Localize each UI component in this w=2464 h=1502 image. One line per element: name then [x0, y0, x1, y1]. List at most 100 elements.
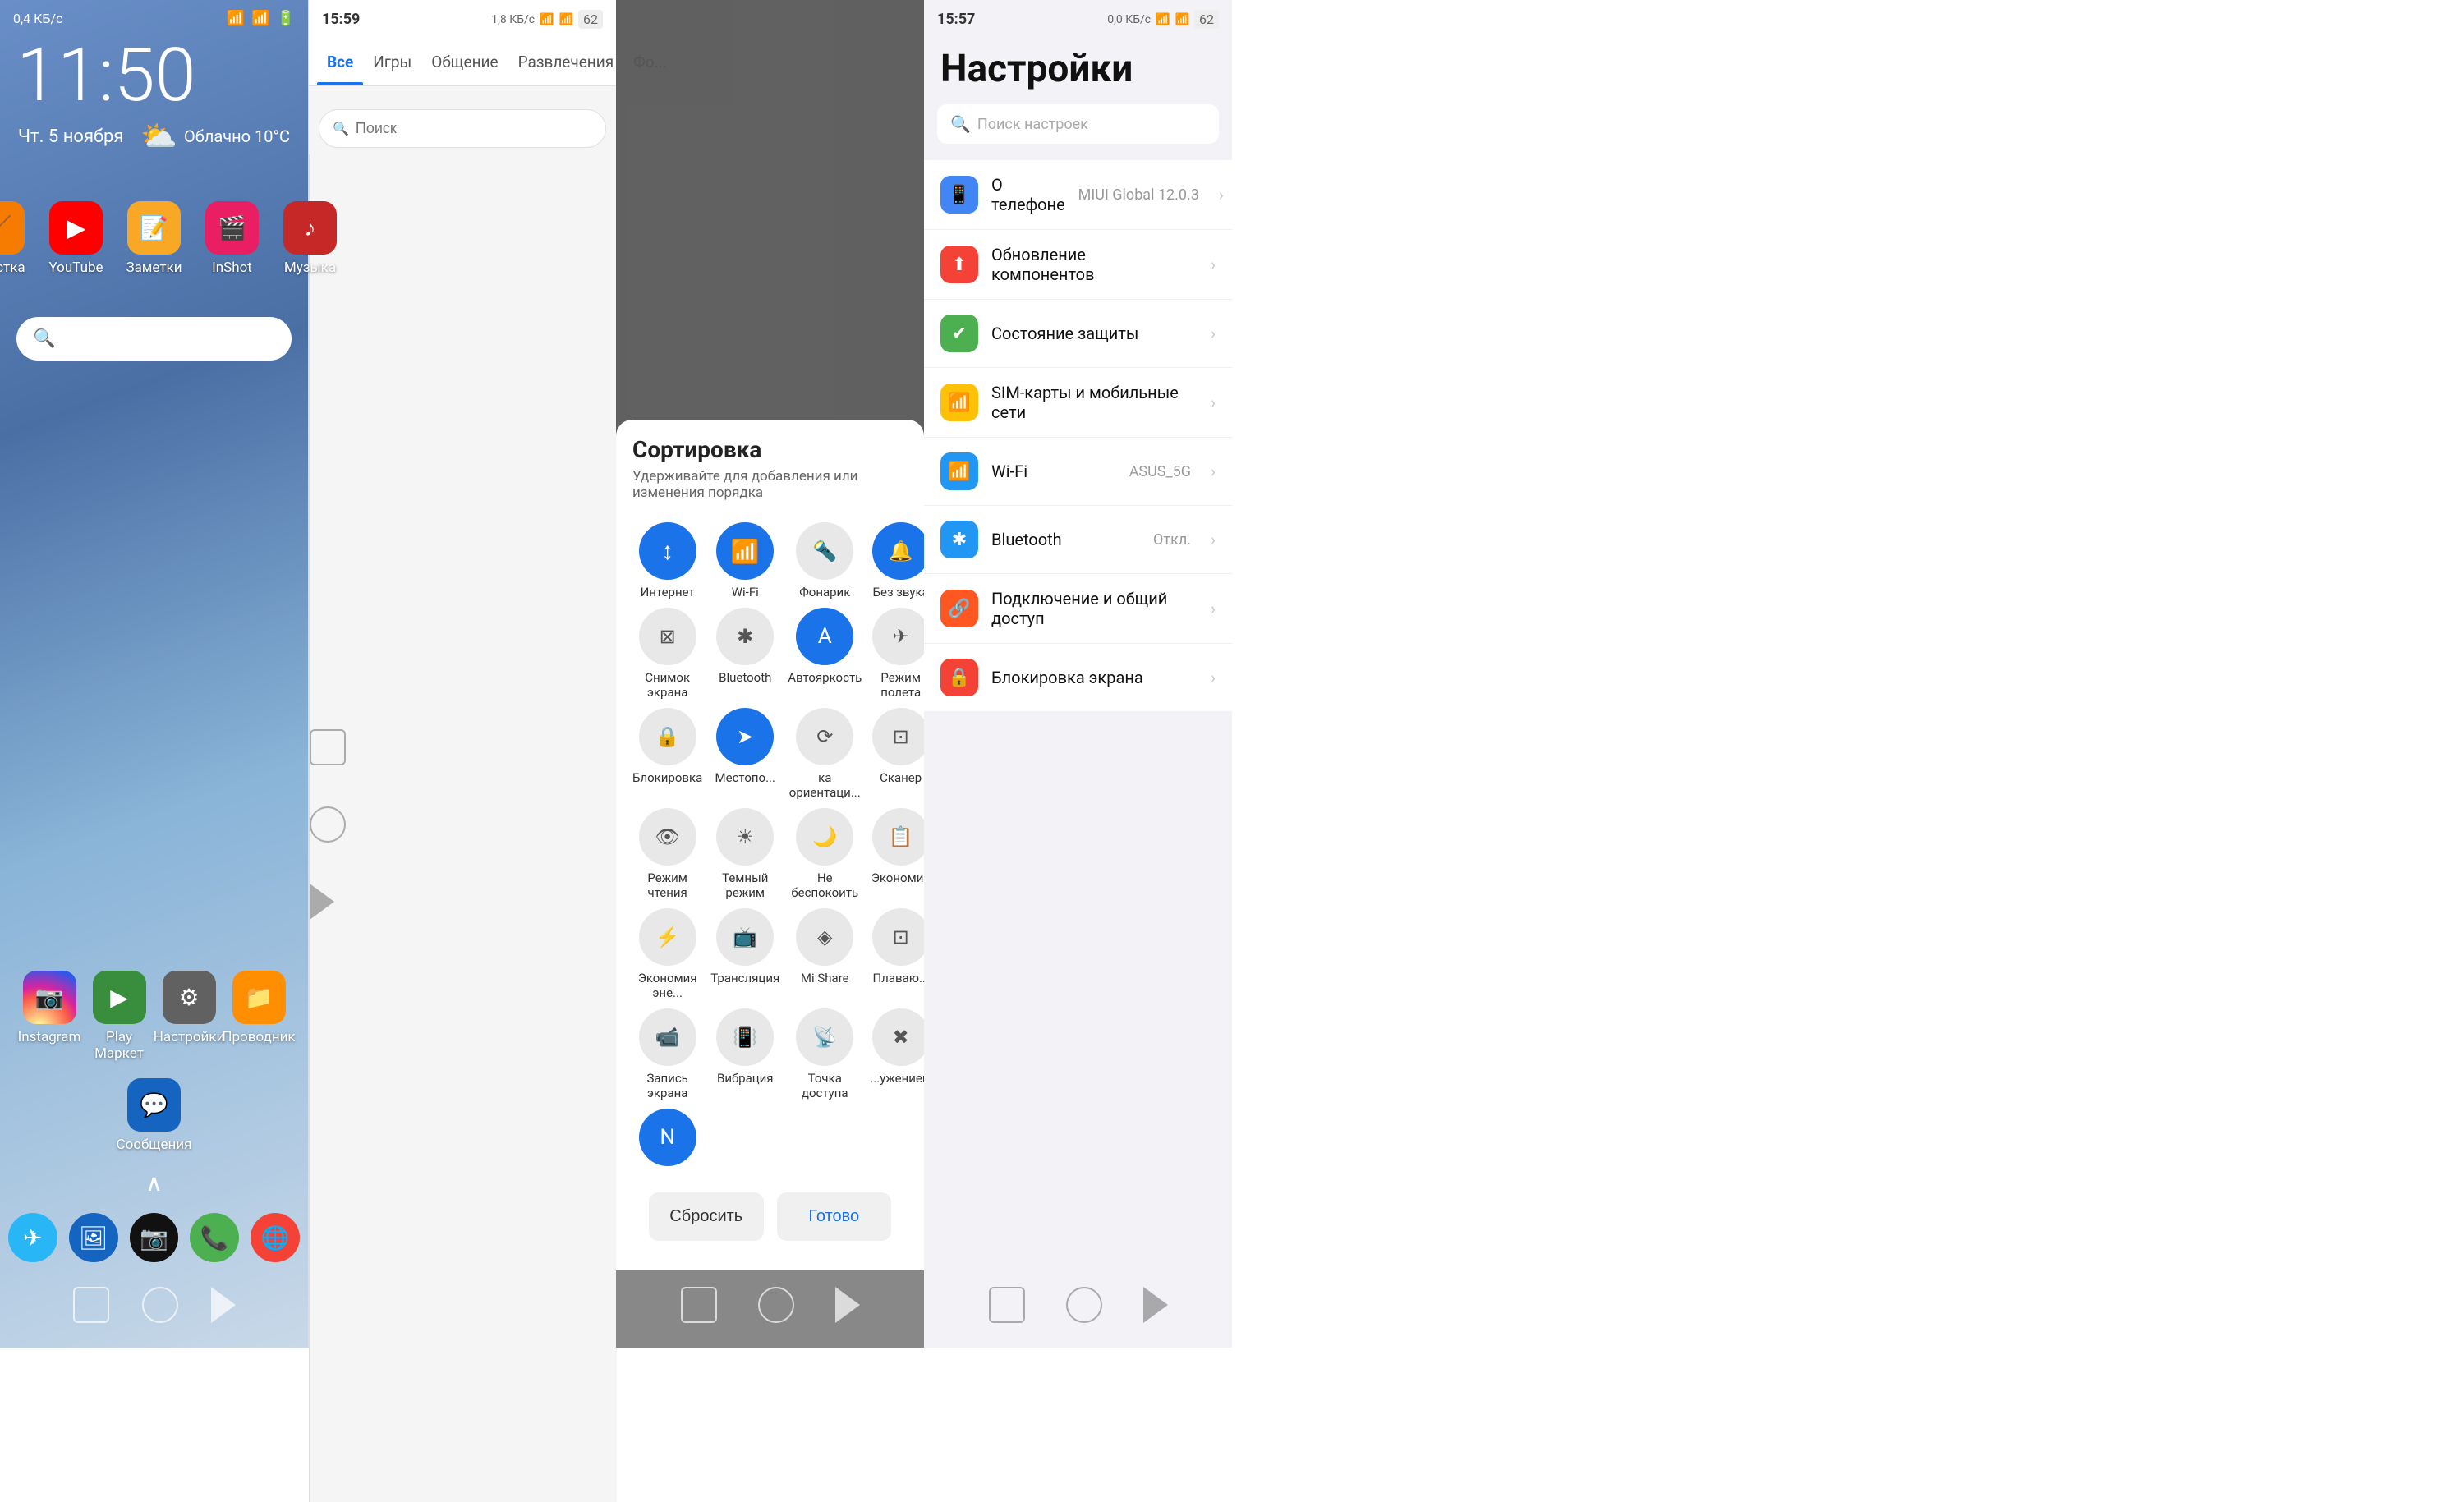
drawer-app-spotify[interactable]: ♪ Spotify: [375, 94, 436, 103]
sort-flashlight[interactable]: 🔦 Фонарик: [788, 522, 862, 599]
wifi-settings-chevron: ›: [1211, 462, 1216, 481]
recent-apps-btn-home[interactable]: [73, 1287, 109, 1323]
settings-item-wifi[interactable]: 📶 Wi-Fi ASUS_5G ›: [924, 438, 1232, 506]
weather-icon: ⛅: [140, 119, 177, 154]
settings-item-connection[interactable]: 🔗 Подключение и общий доступ ›: [924, 574, 1232, 644]
recent-btn-sort[interactable]: [681, 1287, 717, 1323]
app-youtube[interactable]: ▶ YouTube: [49, 201, 103, 276]
sort-swim[interactable]: ⊡ Плаваю...: [870, 908, 931, 1000]
app-music-home[interactable]: ♪ Музыка: [283, 201, 337, 276]
sort-scanner[interactable]: ⊡ Сканер: [870, 708, 931, 800]
music-icon-home: ♪: [283, 201, 337, 255]
sort-readmode[interactable]: 👁 Режим чтения: [632, 808, 702, 900]
tab-photo[interactable]: Фо...: [623, 39, 677, 85]
sort-economy[interactable]: 📋 Экономия: [870, 808, 931, 900]
sort-airplane[interactable]: ✈ Режим полета: [870, 608, 931, 700]
dock-instagram[interactable]: 📷 Instagram: [23, 971, 76, 1062]
drawer-app-cod[interactable]: 🎮 Call of Duty: [559, 94, 616, 103]
app-inshot[interactable]: 🎬 InShot: [205, 201, 259, 276]
sort-vibration[interactable]: 📳 Вибрация: [710, 1008, 779, 1100]
swim-tile-icon: ⊡: [872, 908, 930, 966]
sort-location[interactable]: ➤ Местопо...: [710, 708, 779, 800]
sort-nfc[interactable]: N: [632, 1109, 702, 1171]
settings-item-lockscreen[interactable]: 🔒 Блокировка экрана ›: [924, 644, 1232, 711]
sort-cast[interactable]: 📺 Трансляция: [710, 908, 779, 1000]
tab-entertainment[interactable]: Развлечения: [508, 39, 624, 85]
sort-screenshot[interactable]: ⊠ Снимок экрана: [632, 608, 702, 700]
sort-darkmode[interactable]: ☀ Темный режим: [710, 808, 779, 900]
camera-icon[interactable]: 📷: [130, 1213, 179, 1262]
back-btn-drawer[interactable]: [310, 884, 334, 920]
play-dock-icon: ▶: [93, 971, 146, 1024]
drawer-app-taxi[interactable]: 🚕 Такси Бонд: [498, 94, 559, 103]
readmode-tile-icon: 👁: [639, 808, 696, 866]
chrome-icon[interactable]: 🌐: [251, 1213, 300, 1262]
back-btn-sort[interactable]: [835, 1287, 860, 1323]
sort-lock[interactable]: 🔒 Блокировка: [632, 708, 702, 800]
location-tile-label: Местопо...: [715, 770, 775, 785]
settings-item-about[interactable]: 📱 О телефоне MIUI Global 12.0.3 ›: [924, 160, 1232, 230]
tab-games[interactable]: Игры: [363, 39, 421, 85]
swipe-up-hint: ∧: [0, 1161, 308, 1205]
sort-screenrec[interactable]: 📹 Запись экрана: [632, 1008, 702, 1100]
settings-item-update[interactable]: ⬆ Обновление компонентов ›: [924, 230, 1232, 300]
search-bar-home[interactable]: 🔍: [16, 317, 292, 361]
settings-item-sim[interactable]: 📶 SIM-карты и мобильные сети ›: [924, 368, 1232, 438]
home-btn-home[interactable]: [142, 1287, 178, 1323]
settings-item-security[interactable]: ✔ Состояние защиты ›: [924, 300, 1232, 368]
sort-economy2[interactable]: ⚡ Экономия эне...: [632, 908, 702, 1000]
back-btn-settings[interactable]: [1143, 1287, 1168, 1323]
main-app-row: 🧹 Очистка ▶ YouTube 📝 Заметки 🎬 InShot ♪…: [0, 185, 308, 292]
sim-text: SIM-карты и мобильные сети: [991, 383, 1191, 422]
sort-done-btn[interactable]: Готово: [777, 1192, 892, 1241]
phone-icon[interactable]: 📞: [190, 1213, 239, 1262]
drawer-app-2gis1[interactable]: 2Г 2ГИС: [436, 94, 498, 103]
sort-mishare[interactable]: ◈ Mi Share: [788, 908, 862, 1000]
lockscreen-chevron: ›: [1211, 668, 1216, 687]
home-btn-sort[interactable]: [758, 1287, 794, 1323]
sort-manage[interactable]: ✖ ...ужением: [870, 1008, 931, 1100]
sort-silent[interactable]: 🔔 Без звука: [870, 522, 931, 599]
recent-btn-drawer[interactable]: [310, 729, 346, 765]
clock-display: 11:50: [0, 30, 308, 113]
telegram-icon[interactable]: ✈: [8, 1213, 57, 1262]
readmode-tile-label: Режим чтения: [632, 870, 702, 900]
home-btn-drawer[interactable]: [310, 806, 346, 843]
dock-row: 📷 Instagram ▶ Play Маркет ⚙ Настройки 📁 …: [0, 962, 308, 1161]
security-settings-text: Состояние защиты: [991, 324, 1191, 343]
sort-wifi[interactable]: 📶 Wi-Fi: [710, 522, 779, 599]
dock-play[interactable]: ▶ Play Маркет: [93, 971, 146, 1062]
sort-reset-btn[interactable]: Сбросить: [649, 1192, 764, 1241]
weather-label: Облачно 10°C: [184, 126, 290, 146]
app-cleaner[interactable]: 🧹 Очистка: [0, 201, 25, 276]
sort-dnd[interactable]: 🌙 Не беспокоить: [788, 808, 862, 900]
dock-settings[interactable]: ⚙ Настройки: [163, 971, 216, 1062]
sort-brightness[interactable]: A Автояркость: [788, 608, 862, 700]
dock-messages[interactable]: 💬 Сообщения: [127, 1078, 181, 1153]
drawer-search-input[interactable]: [356, 120, 592, 137]
brightness-tile-icon: A: [796, 608, 853, 665]
settings-item-bluetooth[interactable]: ✱ Bluetooth Откл. ›: [924, 506, 1232, 574]
sort-hotspot[interactable]: 📡 Точка доступа: [788, 1008, 862, 1100]
sort-rotation[interactable]: ⟳ ка ориентаци...: [788, 708, 862, 800]
darkmode-tile-icon: ☀: [716, 808, 774, 866]
screenrec-tile-label: Запись экрана: [632, 1071, 702, 1100]
back-btn-home[interactable]: [211, 1287, 236, 1323]
tab-social[interactable]: Общение: [421, 39, 508, 85]
sort-footer: Сбросить Готово: [632, 1179, 908, 1254]
app-notes[interactable]: 📝 Заметки: [127, 201, 181, 276]
sort-bluetooth[interactable]: ✱ Bluetooth: [710, 608, 779, 700]
youtube-icon: ▶: [49, 201, 103, 255]
recent-btn-settings[interactable]: [989, 1287, 1025, 1323]
dock-files[interactable]: 📁 Проводник: [232, 971, 286, 1062]
notes-icon: 📝: [127, 201, 181, 255]
settings-search-bar[interactable]: 🔍 Поиск настроек: [937, 104, 1219, 144]
drawer-app-pirate[interactable]: 💎 Pirate Trea...: [313, 94, 375, 103]
tab-all[interactable]: Все: [317, 39, 363, 85]
security-settings-name: Состояние защиты: [991, 324, 1138, 343]
drawer-search-bar[interactable]: 🔍: [319, 109, 606, 148]
gallery-icon[interactable]: 🖼: [69, 1213, 118, 1262]
sort-internet[interactable]: ↕ Интернет: [632, 522, 702, 599]
about-icon: 📱: [940, 176, 978, 214]
home-btn-settings[interactable]: [1066, 1287, 1102, 1323]
